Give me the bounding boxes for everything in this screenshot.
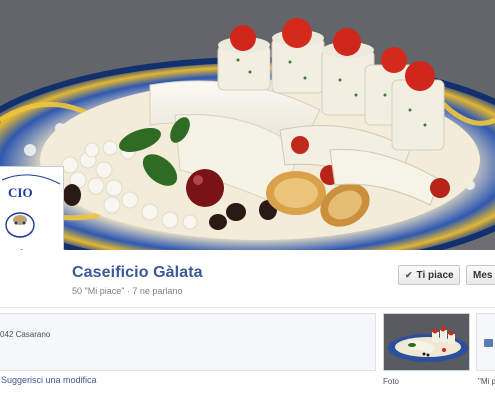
message-button[interactable]: Mes (466, 265, 495, 285)
photos-thumbnail[interactable] (383, 313, 470, 371)
about-box (0, 313, 376, 371)
suggest-edit-link[interactable]: Suggerisci una modifica (1, 375, 97, 385)
cow-icon (5, 212, 35, 238)
message-button-label: Mes (473, 269, 493, 281)
cover-photo[interactable] (0, 0, 495, 250)
page-title[interactable]: Caseificio Gàlata (72, 264, 203, 282)
logo-text-top: CIO (8, 185, 33, 200)
like-button[interactable]: ✔ Ti piace (398, 265, 460, 285)
like-button-label: Ti piace (416, 269, 454, 281)
likes-app-label[interactable]: "Mi p (478, 377, 495, 386)
cover-photo-image (0, 0, 495, 250)
address-text: 042 Casarano (0, 330, 51, 339)
photos-thumbnail-image (384, 314, 469, 370)
page-stats: 50 "Mi piace" · 7 ne parlano (72, 286, 183, 296)
thumb-icon (484, 339, 493, 347)
check-icon: ✔ (405, 269, 413, 280)
photos-app-label[interactable]: Foto (383, 377, 399, 386)
